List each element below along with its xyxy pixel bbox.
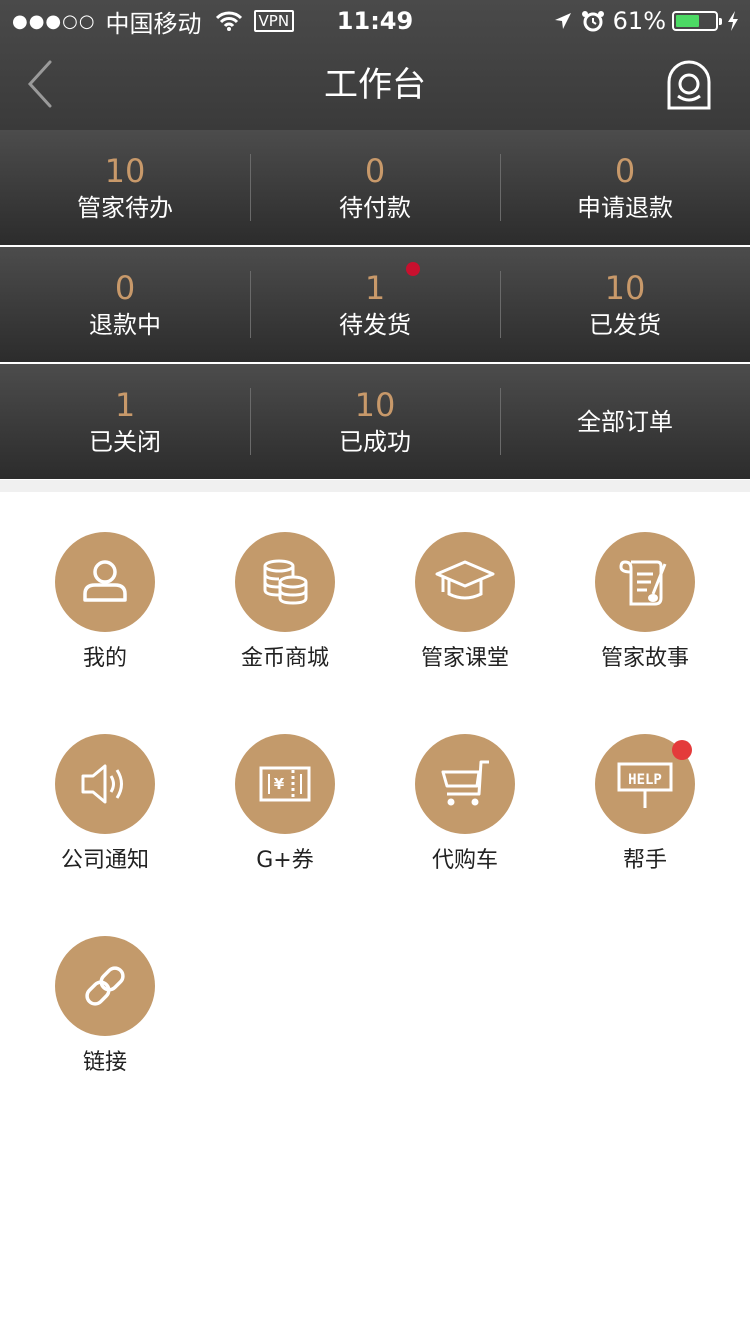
menu-item-gplus-coupon[interactable]: ¥ G+券 bbox=[195, 734, 375, 894]
stat-label: 已关闭 bbox=[89, 427, 161, 456]
menu-item-mine[interactable]: 我的 bbox=[15, 532, 195, 692]
speaker-icon bbox=[55, 734, 155, 834]
menu-label: 我的 bbox=[82, 646, 127, 671]
stat-closed[interactable]: 1 已关闭 bbox=[0, 364, 250, 479]
cart-icon bbox=[415, 734, 515, 834]
stat-pending-shipment[interactable]: 1 待发货 bbox=[250, 247, 500, 362]
status-right: 61% bbox=[553, 6, 740, 36]
stat-count: 10 bbox=[104, 151, 146, 190]
stat-count: 0 bbox=[114, 268, 136, 307]
stat-count: 0 bbox=[614, 151, 636, 190]
page-title: 工作台 bbox=[324, 65, 426, 105]
stat-label: 已成功 bbox=[339, 427, 411, 456]
profile-avatar-icon bbox=[667, 60, 711, 110]
link-icon bbox=[55, 936, 155, 1036]
coins-icon bbox=[235, 532, 335, 632]
stat-pending-payment[interactable]: 0 待付款 bbox=[250, 130, 500, 245]
menu-label: 代购车 bbox=[431, 848, 498, 873]
menu-item-butler-class[interactable]: 管家课堂 bbox=[375, 532, 555, 692]
divider bbox=[0, 480, 750, 492]
menu-label: 链接 bbox=[82, 1050, 127, 1075]
stat-count: 1 bbox=[364, 268, 386, 307]
stat-label: 待发货 bbox=[339, 310, 411, 339]
menu-label: 帮手 bbox=[622, 848, 667, 873]
stats-row: 1 已关闭 10 已成功 全部订单 bbox=[0, 364, 750, 479]
alarm-clock-icon bbox=[581, 11, 604, 32]
stat-count: 10 bbox=[604, 268, 646, 307]
stat-label: 管家待办 bbox=[77, 193, 173, 222]
menu-item-butler-story[interactable]: 管家故事 bbox=[555, 532, 735, 692]
stat-label: 退款中 bbox=[89, 310, 161, 339]
nav-bar: 工作台 bbox=[0, 42, 750, 130]
svg-text:HELP: HELP bbox=[628, 772, 662, 788]
menu-item-helper[interactable]: HELP 帮手 bbox=[555, 734, 735, 894]
stat-label: 已发货 bbox=[589, 310, 661, 339]
stat-successful[interactable]: 10 已成功 bbox=[250, 364, 500, 479]
header: ●●●○○ 中国移动 VPN 11:49 61% 工作台 bbox=[0, 0, 750, 130]
stat-count: 1 bbox=[114, 385, 136, 424]
battery-fill bbox=[676, 15, 700, 27]
stat-refunding[interactable]: 0 退款中 bbox=[0, 247, 250, 362]
charging-bolt-icon bbox=[728, 11, 738, 31]
stat-count: 0 bbox=[364, 151, 386, 190]
user-icon bbox=[55, 532, 155, 632]
stat-butler-todo[interactable]: 10 管家待办 bbox=[0, 130, 250, 245]
graduation-cap-icon bbox=[415, 532, 515, 632]
battery-icon bbox=[672, 11, 722, 31]
menu-item-coin-mall[interactable]: 金币商城 bbox=[195, 532, 375, 692]
stat-count: 10 bbox=[354, 385, 396, 424]
scroll-quill-icon bbox=[595, 532, 695, 632]
stats-row: 10 管家待办 0 待付款 0 申请退款 bbox=[0, 130, 750, 245]
feature-menu: 我的 金币商城 管家课堂 管家故事 公司通知 ¥ G+券 代购车 HELP 帮手… bbox=[0, 480, 750, 1075]
menu-item-company-notice[interactable]: 公司通知 bbox=[15, 734, 195, 894]
status-bar: ●●●○○ 中国移动 VPN 11:49 61% bbox=[0, 0, 750, 42]
ticket-icon: ¥ bbox=[235, 734, 335, 834]
stat-label: 申请退款 bbox=[577, 193, 673, 222]
stat-label: 待付款 bbox=[339, 193, 411, 222]
notification-dot bbox=[406, 262, 420, 276]
battery-percent: 61% bbox=[612, 7, 666, 35]
menu-label: 公司通知 bbox=[60, 848, 149, 873]
menu-item-purchase-cart[interactable]: 代购车 bbox=[375, 734, 555, 894]
menu-label: G+券 bbox=[256, 848, 314, 873]
location-arrow-icon bbox=[554, 13, 571, 29]
stat-refund-request[interactable]: 0 申请退款 bbox=[500, 130, 750, 245]
menu-label: 管家故事 bbox=[600, 646, 689, 671]
stat-shipped[interactable]: 10 已发货 bbox=[500, 247, 750, 362]
menu-label: 金币商城 bbox=[240, 646, 329, 671]
notification-dot bbox=[672, 740, 692, 760]
all-orders-label: 全部订单 bbox=[577, 407, 673, 436]
menu-item-link[interactable]: 链接 bbox=[15, 936, 195, 1096]
profile-button[interactable] bbox=[666, 60, 712, 110]
menu-label: 管家课堂 bbox=[420, 646, 509, 671]
stats-row: 0 退款中 1 待发货 10 已发货 bbox=[0, 247, 750, 362]
order-stats: 10 管家待办 0 待付款 0 申请退款 0 退款中 1 待发货 10 已发货 … bbox=[0, 130, 750, 480]
svg-text:¥: ¥ bbox=[274, 775, 285, 793]
all-orders-button[interactable]: 全部订单 bbox=[500, 364, 750, 479]
